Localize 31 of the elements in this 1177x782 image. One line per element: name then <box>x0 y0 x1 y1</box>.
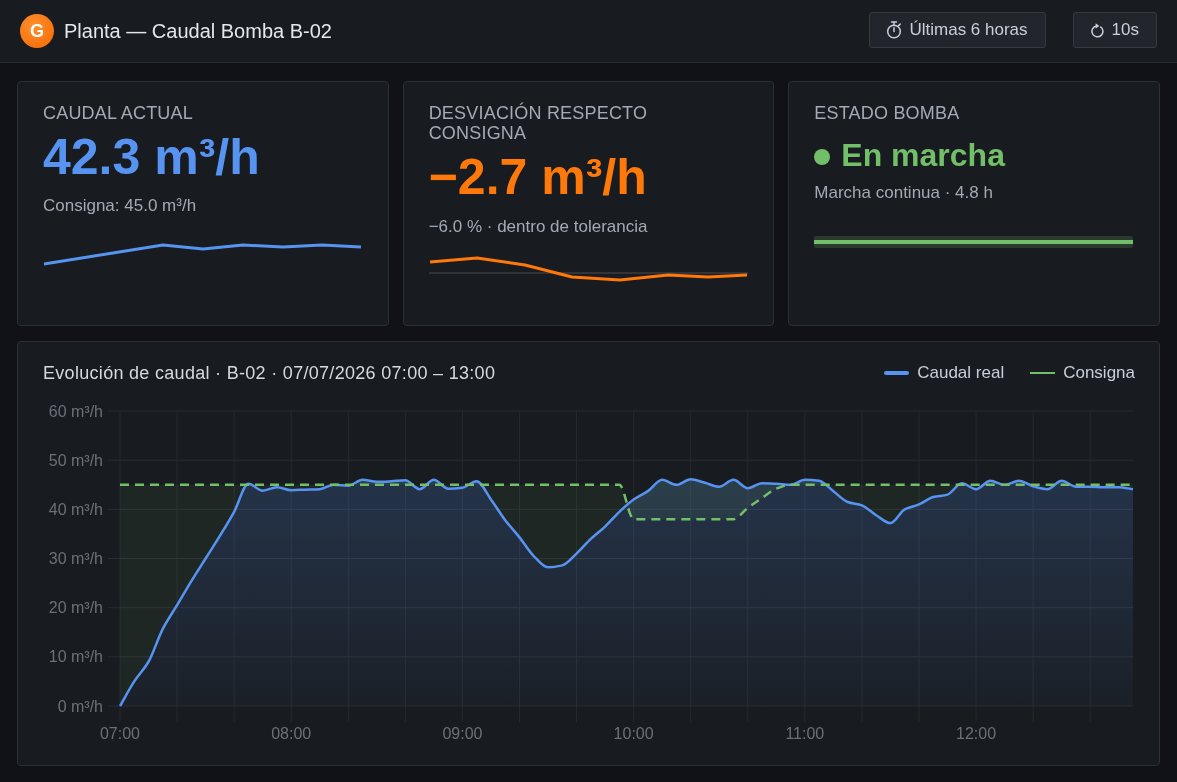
legend-label: Consigna <box>1063 363 1135 383</box>
axis-label: 0 m³/h <box>57 697 103 715</box>
logo: G <box>20 14 54 48</box>
stat-detail: −6.0 % · dentro de tolerancia <box>428 217 648 237</box>
axis-label: 10:00 <box>613 725 654 742</box>
chart-title: Evolución de caudal · B-02 · 07/07/2026 07:00 – 13:00 <box>43 362 496 384</box>
stat-detail: Marcha continua · 4.8 h <box>814 183 993 203</box>
dashboard-title: Planta — Caudal Bomba B-02 <box>64 19 332 43</box>
legend-label: Caudal real <box>917 363 1005 383</box>
axis-label: 12:00 <box>956 725 997 742</box>
axis-label: 09:00 <box>442 725 483 742</box>
refresh-button[interactable]: 10s <box>1072 12 1157 48</box>
axis-label: 40 m³/h <box>48 500 103 518</box>
card-title: DESVIACIÓN RESPECTO CONSIGNA <box>428 103 649 143</box>
card-title: CAUDAL ACTUAL <box>43 103 193 123</box>
status-value: En marcha <box>841 136 1005 174</box>
refresh-icon <box>1089 22 1105 38</box>
axis-label: 10 m³/h <box>48 648 103 666</box>
stopwatch-icon <box>886 21 903 39</box>
stat-value: −2.7 m³/h <box>428 149 647 205</box>
stat-value: 42.3 m³/h <box>43 129 260 185</box>
axis-label: 50 m³/h <box>48 451 103 469</box>
card-title: ESTADO BOMBA <box>814 103 960 123</box>
axis-label: 60 m³/h <box>48 402 103 420</box>
axis-label: 08:00 <box>271 725 312 742</box>
axis-label: 30 m³/h <box>48 550 103 567</box>
axis-label: 11:00 <box>785 725 825 742</box>
time-range-button[interactable]: Últimas 6 horas <box>869 12 1046 48</box>
axis-label: 20 m³/h <box>48 599 103 617</box>
stat-detail: Consigna: 45.0 m³/h <box>43 196 197 216</box>
axis-label: 07:00 <box>100 725 140 742</box>
